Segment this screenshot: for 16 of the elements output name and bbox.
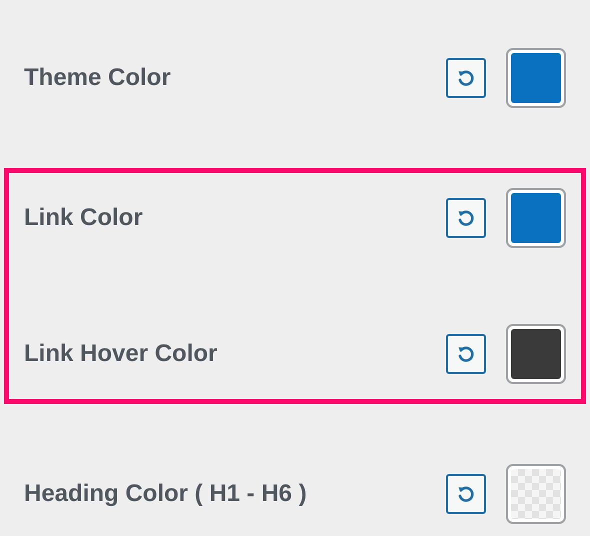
reset-button[interactable] <box>446 474 486 514</box>
setting-label: Heading Color ( H1 - H6 ) <box>24 480 308 508</box>
reset-icon <box>456 68 476 88</box>
setting-label: Link Color <box>24 204 144 232</box>
color-swatch[interactable] <box>506 188 566 248</box>
reset-button[interactable] <box>446 198 486 238</box>
reset-icon <box>456 208 476 228</box>
setting-label: Link Hover Color <box>24 340 218 368</box>
reset-button[interactable] <box>446 58 486 98</box>
color-swatch[interactable] <box>506 48 566 108</box>
reset-icon <box>456 344 476 364</box>
reset-icon <box>456 484 476 504</box>
color-swatch[interactable] <box>506 324 566 384</box>
setting-label: Theme Color <box>24 64 172 92</box>
transparent-color-swatch[interactable] <box>506 464 566 524</box>
reset-button[interactable] <box>446 334 486 374</box>
